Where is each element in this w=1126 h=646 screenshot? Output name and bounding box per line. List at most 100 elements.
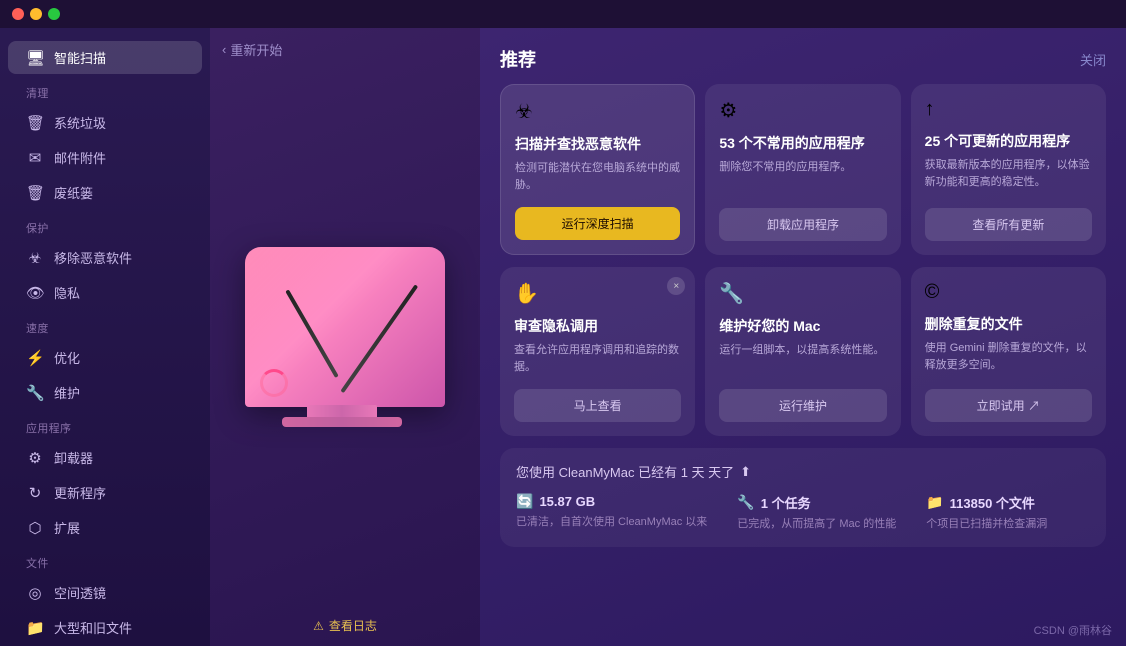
spinner — [260, 369, 288, 397]
footer-title: 您使用 CleanMyMac 已经有 1 天 天了 ⬆ — [516, 462, 1090, 481]
back-label: 重新开始 — [230, 40, 282, 59]
card3-title: 25 个可更新的应用程序 — [925, 131, 1092, 151]
warning-icon: ⚠ — [313, 619, 324, 633]
sidebar-item-mail[interactable]: ✉ 邮件附件 — [8, 141, 202, 174]
sidebar-item-space-lens[interactable]: ◎ 空间透镜 — [8, 576, 202, 609]
watermark: CSDN @雨林谷 — [1034, 622, 1112, 638]
sidebar-item-system-junk[interactable]: 🗑 系统垃圾 — [8, 106, 202, 139]
sidebar-section-speed: 速度 — [8, 310, 202, 340]
extensions-icon: ⬡ — [26, 519, 44, 537]
stat-files: 📁 113850 个文件 个项目已扫描并检查漏洞 — [926, 493, 1047, 533]
stat-tasks-desc: 已完成，从而提高了 Mac 的性能 — [737, 516, 896, 533]
card-malware-scan: ☣ 扫描并查找恶意软件 检测可能潜伏在您电脑系统中的威胁。 运行深度扫描 — [500, 84, 695, 255]
sidebar-label-privacy: 隐私 — [54, 283, 80, 302]
card5-icon: 🔧 — [719, 281, 886, 306]
center-illustration: ‹ 重新开始 ⚠ 查看日志 — [210, 28, 480, 646]
sidebar-item-smart-scan[interactable]: 🖥 智能扫描 — [8, 41, 202, 74]
stat-storage-value: 15.87 GB — [539, 494, 595, 509]
stat-tasks-icon: 🔧 — [737, 494, 754, 511]
sidebar-section-files: 文件 — [8, 545, 202, 575]
maintain-icon: 🔧 — [26, 384, 44, 402]
card2-icon: ⚙ — [719, 98, 886, 123]
sidebar-item-updater[interactable]: ↻ 更新程序 — [8, 476, 202, 509]
card3-button[interactable]: 查看所有更新 — [925, 208, 1092, 241]
panel-header: 推荐 关闭 — [500, 46, 1106, 72]
needle1 — [340, 284, 418, 393]
sidebar-item-uninstaller[interactable]: ⚙ 卸载器 — [8, 441, 202, 474]
card-updater: ↑ 25 个可更新的应用程序 获取最新版本的应用程序，以体验新功能和更高的稳定性… — [911, 84, 1106, 255]
stat-files-icon: 📁 — [926, 494, 943, 511]
card1-desc: 检测可能潜伏在您电脑系统中的威胁。 — [515, 160, 680, 193]
window-controls — [12, 8, 60, 20]
system-junk-icon: 🗑 — [26, 114, 44, 132]
share-icon: ⬆ — [740, 464, 751, 480]
stat-files-header: 📁 113850 个文件 — [926, 493, 1047, 512]
sidebar: 🖥 智能扫描 清理 🗑 系统垃圾 ✉ 邮件附件 🗑 废纸篓 保护 ☣ 移除恶意软… — [0, 28, 210, 646]
card6-icon: © — [925, 281, 1092, 304]
card-uninstaller: ⚙ 53 个不常用的应用程序 删除您不常用的应用程序。 卸载应用程序 — [705, 84, 900, 255]
minimize-dot[interactable] — [30, 8, 42, 20]
right-panel: 推荐 关闭 ☣ 扫描并查找恶意软件 检测可能潜伏在您电脑系统中的威胁。 运行深度… — [480, 28, 1126, 646]
sidebar-item-optimize[interactable]: ⚡ 优化 — [8, 341, 202, 374]
sidebar-label-maintain: 维护 — [54, 383, 80, 402]
panel-title: 推荐 — [500, 46, 536, 72]
log-button[interactable]: ⚠ 查看日志 — [313, 617, 377, 634]
footer-stats-area: 您使用 CleanMyMac 已经有 1 天 天了 ⬆ 🔄 15.87 GB 已… — [500, 448, 1106, 547]
cards-row1: ☣ 扫描并查找恶意软件 检测可能潜伏在您电脑系统中的威胁。 运行深度扫描 ⚙ 5… — [500, 84, 1106, 255]
footer-title-text: 您使用 CleanMyMac 已经有 1 天 天了 — [516, 462, 734, 481]
uninstaller-icon: ⚙ — [26, 449, 44, 467]
card4-close-icon[interactable]: × — [667, 277, 685, 295]
space-lens-icon: ◎ — [26, 584, 44, 602]
sidebar-label-uninstaller: 卸载器 — [54, 448, 93, 467]
monitor-body — [245, 247, 445, 407]
card5-desc: 运行一组脚本，以提高系统性能。 — [719, 342, 886, 375]
cards-row2: × ✋ 审查隐私调用 查看允许应用程序调用和追踪的数据。 马上查看 🔧 维护好您… — [500, 267, 1106, 436]
card6-button[interactable]: 立即试用 ↗ — [925, 389, 1092, 422]
stat-storage-desc: 已清洁，自首次使用 CleanMyMac 以来 — [516, 514, 707, 531]
updater-icon: ↻ — [26, 484, 44, 502]
sidebar-label-extensions: 扩展 — [54, 518, 80, 537]
sidebar-label-malware: 移除恶意软件 — [54, 248, 132, 267]
sidebar-item-trash[interactable]: 🗑 废纸篓 — [8, 176, 202, 209]
mac-illustration — [235, 227, 455, 447]
footer-stats: 🔄 15.87 GB 已清洁，自首次使用 CleanMyMac 以来 🔧 1 个… — [516, 493, 1090, 533]
sidebar-label-mail: 邮件附件 — [54, 148, 106, 167]
malware-icon: ☣ — [26, 249, 44, 267]
card4-title: 审查隐私调用 — [514, 316, 681, 336]
card1-button[interactable]: 运行深度扫描 — [515, 207, 680, 240]
sidebar-item-large-files[interactable]: 📁 大型和旧文件 — [8, 611, 202, 644]
large-files-icon: 📁 — [26, 619, 44, 637]
sidebar-item-maintain[interactable]: 🔧 维护 — [8, 376, 202, 409]
maximize-dot[interactable] — [48, 8, 60, 20]
card6-title: 删除重复的文件 — [925, 314, 1092, 334]
close-button[interactable]: 关闭 — [1080, 50, 1106, 69]
sidebar-item-extensions[interactable]: ⬡ 扩展 — [8, 511, 202, 544]
sidebar-section-apps: 应用程序 — [8, 410, 202, 440]
close-dot[interactable] — [12, 8, 24, 20]
card4-button[interactable]: 马上查看 — [514, 389, 681, 422]
sidebar-item-privacy[interactable]: 👁 隐私 — [8, 276, 202, 309]
card6-desc: 使用 Gemini 删除重复的文件，以释放更多空间。 — [925, 340, 1092, 375]
sidebar-item-malware[interactable]: ☣ 移除恶意软件 — [8, 241, 202, 274]
sidebar-section-clean: 清理 — [8, 75, 202, 105]
stat-storage-icon: 🔄 — [516, 493, 533, 510]
card3-desc: 获取最新版本的应用程序，以体验新功能和更高的稳定性。 — [925, 157, 1092, 194]
stat-storage: 🔄 15.87 GB 已清洁，自首次使用 CleanMyMac 以来 — [516, 493, 707, 533]
optimize-icon: ⚡ — [26, 349, 44, 367]
trash-icon: 🗑 — [26, 184, 44, 202]
sidebar-label-space-lens: 空间透镜 — [54, 583, 106, 602]
stat-files-desc: 个项目已扫描并检查漏洞 — [926, 516, 1047, 533]
monitor-base — [282, 417, 402, 427]
card5-button[interactable]: 运行维护 — [719, 389, 886, 422]
stat-tasks: 🔧 1 个任务 已完成，从而提高了 Mac 的性能 — [737, 493, 896, 533]
card2-desc: 删除您不常用的应用程序。 — [719, 159, 886, 194]
smart-scan-icon: 🖥 — [26, 49, 44, 67]
back-button[interactable]: ‹ 重新开始 — [222, 40, 282, 59]
card2-button[interactable]: 卸载应用程序 — [719, 208, 886, 241]
back-arrow-icon: ‹ — [222, 42, 226, 57]
stat-storage-header: 🔄 15.87 GB — [516, 493, 707, 510]
app-wrapper: 🖥 智能扫描 清理 🗑 系统垃圾 ✉ 邮件附件 🗑 废纸篓 保护 ☣ 移除恶意软… — [0, 0, 1126, 646]
card-maintenance: 🔧 维护好您的 Mac 运行一组脚本，以提高系统性能。 运行维护 — [705, 267, 900, 436]
card4-desc: 查看允许应用程序调用和追踪的数据。 — [514, 342, 681, 375]
sidebar-label-updater: 更新程序 — [54, 483, 106, 502]
